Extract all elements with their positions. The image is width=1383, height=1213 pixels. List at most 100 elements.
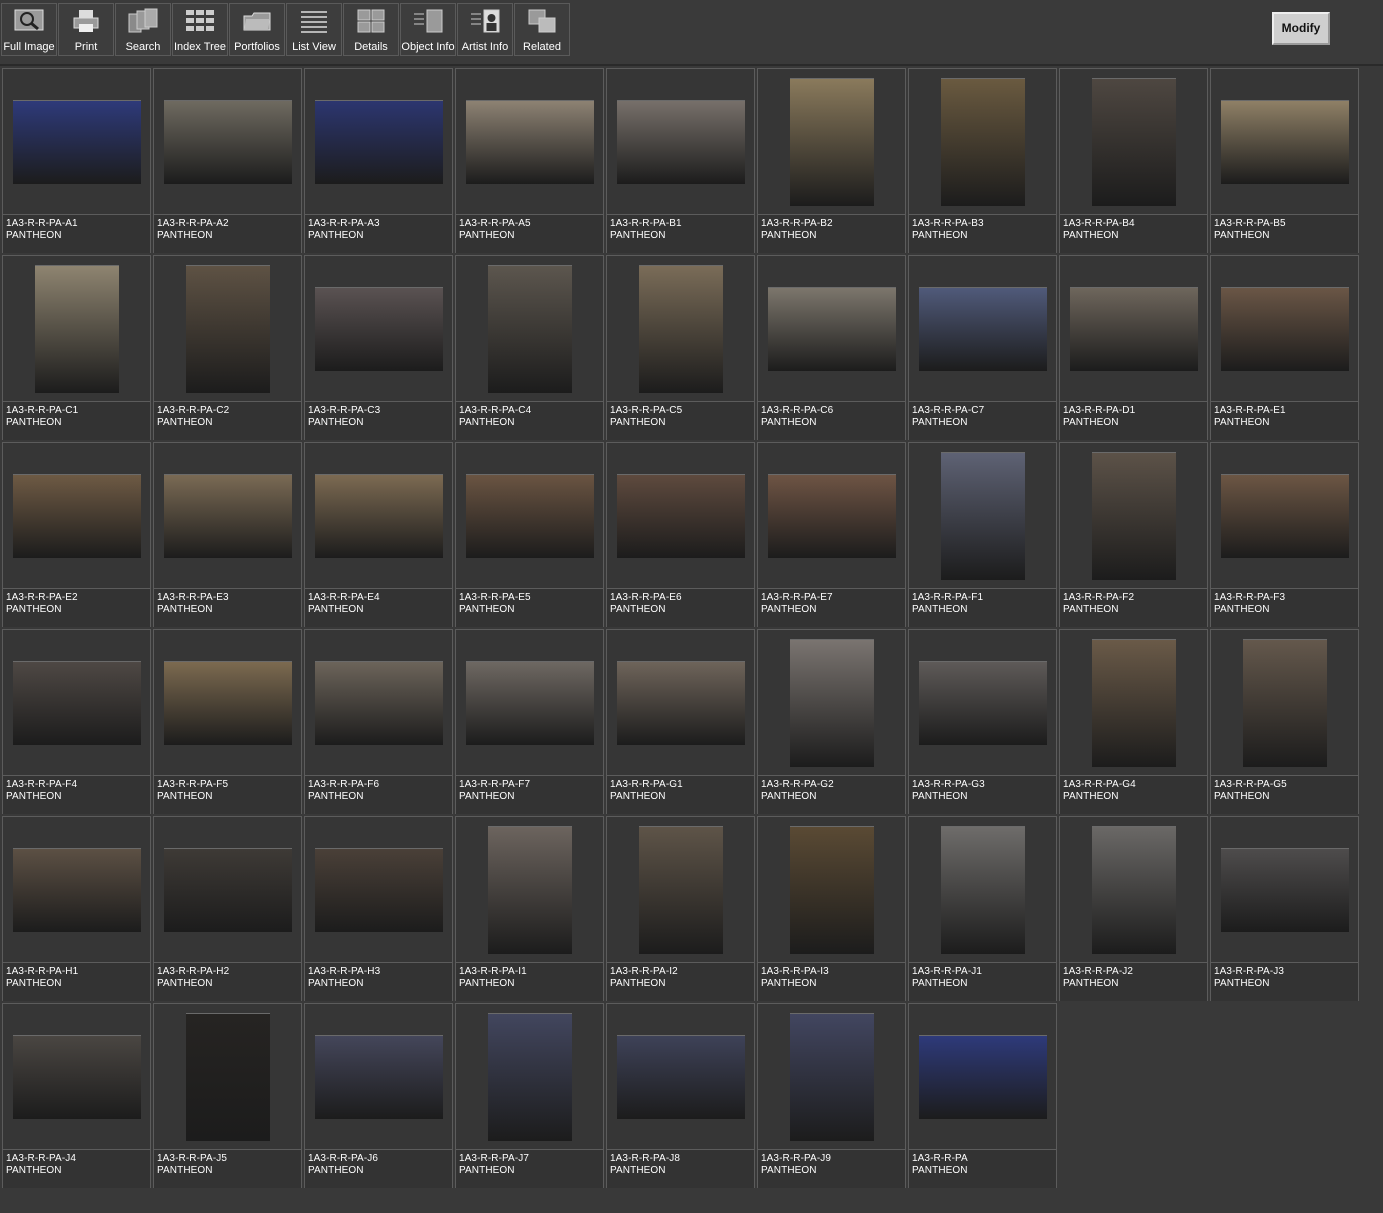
toolbar-print-button[interactable]: Print	[58, 3, 114, 56]
thumbnail-cell[interactable]: 1A3-R-R-PA-A2 PANTHEON	[153, 68, 302, 253]
thumbnail-cell[interactable]: 1A3-R-R-PA-E5 PANTHEON	[455, 442, 604, 627]
thumbnail-image[interactable]	[768, 287, 896, 371]
toolbar-related-button[interactable]: Related	[514, 3, 570, 56]
thumbnail-cell[interactable]: 1A3-R-R-PA-F2 PANTHEON	[1059, 442, 1208, 627]
thumbnail-cell[interactable]: 1A3-R-R-PA-G2 PANTHEON	[757, 629, 906, 814]
thumbnail-image[interactable]	[1221, 100, 1349, 184]
thumbnail-cell[interactable]: 1A3-R-R-PA-J8 PANTHEON	[606, 1003, 755, 1188]
toolbar-search-button[interactable]: Search	[115, 3, 171, 56]
toolbar-portfolios-button[interactable]: Portfolios	[229, 3, 285, 56]
thumbnail-cell[interactable]: 1A3-R-R-PA-E3 PANTHEON	[153, 442, 302, 627]
thumbnail-cell[interactable]: 1A3-R-R-PA-J7 PANTHEON	[455, 1003, 604, 1188]
thumbnail-image[interactable]	[617, 1035, 745, 1119]
thumbnail-cell[interactable]: 1A3-R-R-PA-J2 PANTHEON	[1059, 816, 1208, 1001]
thumbnail-cell[interactable]: 1A3-R-R-PA-J6 PANTHEON	[304, 1003, 453, 1188]
thumbnail-image[interactable]	[639, 265, 723, 393]
thumbnail-image[interactable]	[164, 848, 292, 932]
thumbnail-cell[interactable]: 1A3-R-R-PA-I2 PANTHEON	[606, 816, 755, 1001]
thumbnail-image[interactable]	[466, 100, 594, 184]
thumbnail-image[interactable]	[488, 1013, 572, 1141]
thumbnail-cell[interactable]: 1A3-R-R-PA-J1 PANTHEON	[908, 816, 1057, 1001]
thumbnail-cell[interactable]: 1A3-R-R-PA-C1 PANTHEON	[2, 255, 151, 440]
thumbnail-cell[interactable]: 1A3-R-R-PA-B3 PANTHEON	[908, 68, 1057, 253]
thumbnail-image[interactable]	[164, 100, 292, 184]
thumbnail-cell[interactable]: 1A3-R-R-PA-I1 PANTHEON	[455, 816, 604, 1001]
thumbnail-cell[interactable]: 1A3-R-R-PA-E2 PANTHEON	[2, 442, 151, 627]
thumbnail-cell[interactable]: 1A3-R-R-PA-C6 PANTHEON	[757, 255, 906, 440]
thumbnail-image[interactable]	[315, 661, 443, 745]
thumbnail-cell[interactable]: 1A3-R-R-PA-E7 PANTHEON	[757, 442, 906, 627]
thumbnail-image[interactable]	[488, 826, 572, 954]
toolbar-list-view-button[interactable]: List View	[286, 3, 342, 56]
thumbnail-image[interactable]	[466, 474, 594, 558]
thumbnail-image[interactable]	[919, 661, 1047, 745]
thumbnail-cell[interactable]: 1A3-R-R-PA-F4 PANTHEON	[2, 629, 151, 814]
thumbnail-image[interactable]	[1092, 78, 1176, 206]
thumbnail-cell[interactable]: 1A3-R-R-PA-C5 PANTHEON	[606, 255, 755, 440]
thumbnail-cell[interactable]: 1A3-R-R-PA-J4 PANTHEON	[2, 1003, 151, 1188]
thumbnail-cell[interactable]: 1A3-R-R-PA-F7 PANTHEON	[455, 629, 604, 814]
thumbnail-image[interactable]	[790, 1013, 874, 1141]
toolbar-index-tree-button[interactable]: Index Tree	[172, 3, 228, 56]
thumbnail-image[interactable]	[35, 265, 119, 393]
thumbnail-cell[interactable]: 1A3-R-R-PA-F1 PANTHEON	[908, 442, 1057, 627]
thumbnail-image[interactable]	[919, 1035, 1047, 1119]
toolbar-artist-info-button[interactable]: Artist Info	[457, 3, 513, 56]
thumbnail-cell[interactable]: 1A3-R-R-PA-E4 PANTHEON	[304, 442, 453, 627]
thumbnail-cell[interactable]: 1A3-R-R-PA-G4 PANTHEON	[1059, 629, 1208, 814]
thumbnail-image[interactable]	[1221, 474, 1349, 558]
thumbnail-cell[interactable]: 1A3-R-R-PA-F6 PANTHEON	[304, 629, 453, 814]
thumbnail-cell[interactable]: 1A3-R-R-PA-H3 PANTHEON	[304, 816, 453, 1001]
thumbnail-image[interactable]	[315, 100, 443, 184]
thumbnail-image[interactable]	[13, 848, 141, 932]
thumbnail-cell[interactable]: 1A3-R-R-PA-A5 PANTHEON	[455, 68, 604, 253]
thumbnail-cell[interactable]: 1A3-R-R-PA-J3 PANTHEON	[1210, 816, 1359, 1001]
thumbnail-image[interactable]	[790, 78, 874, 206]
thumbnail-image[interactable]	[164, 474, 292, 558]
toolbar-object-info-button[interactable]: Object Info	[400, 3, 456, 56]
thumbnail-image[interactable]	[186, 1013, 270, 1141]
thumbnail-image[interactable]	[919, 287, 1047, 371]
thumbnail-image[interactable]	[790, 826, 874, 954]
thumbnail-cell[interactable]: 1A3-R-R-PA-A3 PANTHEON	[304, 68, 453, 253]
thumbnail-image[interactable]	[1221, 287, 1349, 371]
thumbnail-cell[interactable]: 1A3-R-R-PA-C7 PANTHEON	[908, 255, 1057, 440]
thumbnail-image[interactable]	[790, 639, 874, 767]
thumbnail-cell[interactable]: 1A3-R-R-PA-A1 PANTHEON	[2, 68, 151, 253]
thumbnail-image[interactable]	[13, 100, 141, 184]
thumbnail-image[interactable]	[1243, 639, 1327, 767]
thumbnail-image[interactable]	[941, 826, 1025, 954]
thumbnail-image[interactable]	[639, 826, 723, 954]
thumbnail-image[interactable]	[617, 661, 745, 745]
thumbnail-image[interactable]	[1092, 826, 1176, 954]
thumbnail-cell[interactable]: 1A3-R-R-PA-J5 PANTHEON	[153, 1003, 302, 1188]
thumbnail-cell[interactable]: 1A3-R-R-PA-G5 PANTHEON	[1210, 629, 1359, 814]
thumbnail-cell[interactable]: 1A3-R-R-PA-B1 PANTHEON	[606, 68, 755, 253]
thumbnail-image[interactable]	[1221, 848, 1349, 932]
thumbnail-image[interactable]	[941, 78, 1025, 206]
toolbar-details-button[interactable]: Details	[343, 3, 399, 56]
thumbnail-cell[interactable]: 1A3-R-R-PA-F3 PANTHEON	[1210, 442, 1359, 627]
thumbnail-cell[interactable]: 1A3-R-R-PA-C2 PANTHEON	[153, 255, 302, 440]
thumbnail-image[interactable]	[164, 661, 292, 745]
thumbnail-cell[interactable]: 1A3-R-R-PA-C4 PANTHEON	[455, 255, 604, 440]
thumbnail-image[interactable]	[488, 265, 572, 393]
thumbnail-image[interactable]	[617, 474, 745, 558]
thumbnail-cell[interactable]: 1A3-R-R-PA-J9 PANTHEON	[757, 1003, 906, 1188]
thumbnail-image[interactable]	[1092, 452, 1176, 580]
thumbnail-cell[interactable]: 1A3-R-R-PA-H2 PANTHEON	[153, 816, 302, 1001]
thumbnail-image[interactable]	[315, 848, 443, 932]
thumbnail-image[interactable]	[617, 100, 745, 184]
thumbnail-image[interactable]	[1092, 639, 1176, 767]
thumbnail-cell[interactable]: 1A3-R-R-PA-B4 PANTHEON	[1059, 68, 1208, 253]
thumbnail-cell[interactable]: 1A3-R-R-PA-E1 PANTHEON	[1210, 255, 1359, 440]
thumbnail-cell[interactable]: 1A3-R-R-PA-H1 PANTHEON	[2, 816, 151, 1001]
thumbnail-image[interactable]	[186, 265, 270, 393]
thumbnail-cell[interactable]: 1A3-R-R-PA-C3 PANTHEON	[304, 255, 453, 440]
thumbnail-cell[interactable]: 1A3-R-R-PA-B2 PANTHEON	[757, 68, 906, 253]
modify-button[interactable]: Modify	[1272, 12, 1330, 45]
thumbnail-cell[interactable]: 1A3-R-R-PA PANTHEON	[908, 1003, 1057, 1188]
thumbnail-image[interactable]	[315, 287, 443, 371]
thumbnail-image[interactable]	[13, 1035, 141, 1119]
thumbnail-cell[interactable]: 1A3-R-R-PA-D1 PANTHEON	[1059, 255, 1208, 440]
